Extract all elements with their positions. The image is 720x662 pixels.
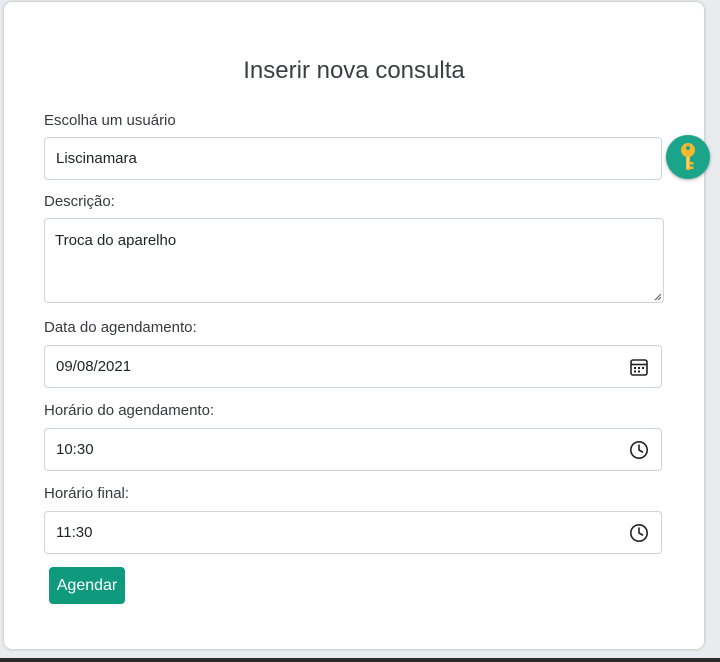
time-label: Horário do agendamento: — [44, 402, 215, 419]
key-floating-button[interactable] — [666, 135, 710, 179]
description-label: Descrição: — [44, 193, 115, 210]
key-icon — [681, 143, 695, 170]
time-value: 10:30 — [56, 441, 94, 458]
date-label: Data do agendamento: — [44, 319, 197, 336]
end-time-label: Horário final: — [44, 485, 130, 502]
page-title: Inserir nova consulta — [243, 57, 465, 84]
description-value: Troca do aparelho — [55, 232, 177, 249]
date-input[interactable]: 09/08/2021 — [44, 345, 662, 388]
user-select-value: Liscinamara — [56, 150, 137, 167]
taskbar-strip — [0, 658, 720, 662]
schedule-button[interactable]: Agendar — [49, 567, 125, 604]
user-label: Escolha um usuário — [44, 112, 176, 129]
date-value: 09/08/2021 — [56, 358, 132, 375]
clock-icon[interactable] — [629, 440, 649, 460]
time-input[interactable]: 10:30 — [44, 428, 662, 471]
clock-icon[interactable] — [629, 523, 649, 543]
form-card: Inserir nova consulta Escolha um usuário… — [4, 2, 704, 649]
end-time-input[interactable]: 11:30 — [44, 511, 662, 554]
end-time-value: 11:30 — [56, 524, 93, 541]
description-textarea[interactable]: Troca do aparelho — [44, 218, 664, 303]
calendar-icon[interactable] — [629, 357, 649, 377]
resize-grip-icon[interactable] — [653, 292, 662, 301]
user-select[interactable]: Liscinamara — [44, 137, 662, 180]
